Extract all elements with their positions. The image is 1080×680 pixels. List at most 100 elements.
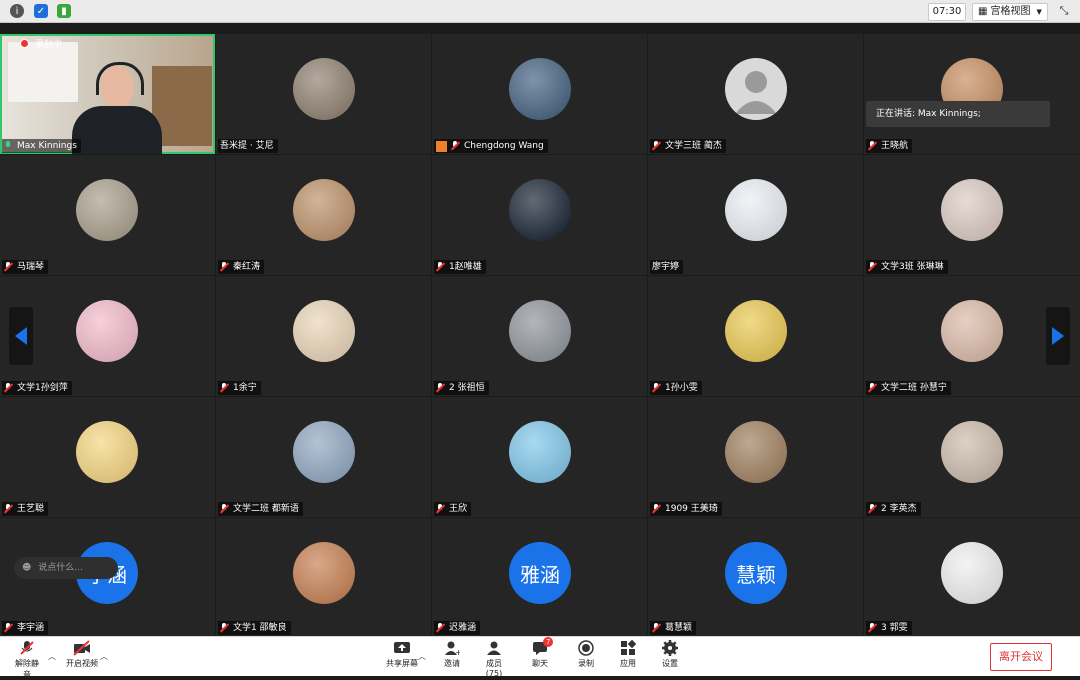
prev-page-button[interactable] bbox=[9, 307, 33, 365]
participant-tile[interactable]: 2 张祖恒 bbox=[432, 276, 647, 396]
participant-name-tag: 廖宇婷 bbox=[650, 260, 684, 274]
participant-avatar bbox=[725, 179, 787, 241]
meeting-timer: 07:30 bbox=[928, 3, 966, 21]
mic-muted-icon bbox=[220, 623, 229, 633]
video-label: 开启视频 bbox=[66, 659, 98, 668]
mic-muted-icon bbox=[868, 623, 877, 633]
start-video-button[interactable]: 开启视频 bbox=[66, 640, 98, 669]
mic-muted-icon bbox=[436, 504, 445, 514]
mic-muted-icon bbox=[652, 504, 661, 514]
participant-name-tag: 文学二班 都新语 bbox=[218, 502, 303, 516]
participant-name: 文学二班 都新语 bbox=[233, 504, 299, 514]
participant-name: 2 张祖恒 bbox=[449, 383, 485, 393]
participant-tile[interactable]: Chengdong Wang bbox=[432, 34, 647, 154]
participant-tile[interactable]: 录制中 Max Kinnings bbox=[0, 34, 215, 154]
participant-tile[interactable]: 3 郭雯 bbox=[864, 518, 1080, 636]
participant-name: 葛慧颖 bbox=[665, 623, 693, 633]
participant-name: 1赵唯雄 bbox=[449, 262, 482, 272]
unmute-label: 解除静音 bbox=[15, 659, 39, 679]
mic-muted-icon bbox=[4, 383, 13, 393]
top-toolbar: i ✓ ▮ 07:30 ▦ 宫格视图 ▼ ⤡ bbox=[0, 0, 1080, 23]
record-button[interactable]: 录制 bbox=[576, 640, 596, 669]
next-page-button[interactable] bbox=[1046, 307, 1070, 365]
view-mode-button[interactable]: ▦ 宫格视图 ▼ bbox=[972, 3, 1048, 21]
info-icon[interactable]: i bbox=[10, 4, 24, 18]
chat-input[interactable]: ☻ 说点什么... bbox=[14, 557, 118, 579]
mic-muted-icon bbox=[220, 383, 229, 393]
mic-muted-icon bbox=[4, 623, 13, 633]
participant-name: 王艺聪 bbox=[17, 504, 45, 514]
chevron-down-icon: ▼ bbox=[1036, 8, 1042, 16]
mic-muted-icon bbox=[868, 141, 877, 151]
apps-grid-icon bbox=[621, 640, 636, 655]
audio-options-caret-icon[interactable]: ︿ bbox=[48, 651, 56, 662]
mic-muted-icon bbox=[4, 262, 13, 272]
participant-tile[interactable]: 王欣 bbox=[432, 397, 647, 517]
participant-avatar bbox=[725, 421, 787, 483]
participant-name-tag: 1909 王美琦 bbox=[650, 502, 722, 516]
participant-tile[interactable]: 文学3班 张琳琳 bbox=[864, 155, 1080, 275]
participant-avatar bbox=[76, 179, 138, 241]
participant-tile[interactable]: 吾米提 · 艾尼 bbox=[216, 34, 431, 154]
apps-label: 应用 bbox=[620, 659, 636, 668]
participant-name: 1余宁 bbox=[233, 383, 257, 393]
participant-tile[interactable]: 慧颖 葛慧颖 bbox=[648, 518, 863, 636]
participant-name-tag: Max Kinnings bbox=[2, 139, 81, 153]
participant-name: Max Kinnings bbox=[17, 141, 77, 151]
participant-name-tag: 2 李英杰 bbox=[866, 502, 921, 516]
invite-label: 邀请 bbox=[444, 659, 460, 668]
participant-tile[interactable]: 文学三班 蔺杰 bbox=[648, 34, 863, 154]
participant-tile[interactable]: 2 李英杰 bbox=[864, 397, 1080, 517]
participant-name-tag: 1赵唯雄 bbox=[434, 260, 486, 274]
chat-button[interactable]: 7 聊天 bbox=[530, 637, 554, 669]
signal-icon[interactable]: ▮ bbox=[57, 4, 71, 18]
grid-view-icon: ▦ bbox=[978, 6, 988, 17]
participant-tile[interactable]: 秦红涛 bbox=[216, 155, 431, 275]
participant-name-tag: 文学二班 孙慧宁 bbox=[866, 381, 951, 395]
participant-name-tag: 秦红涛 bbox=[218, 260, 265, 274]
members-button[interactable]: 成员(75) bbox=[478, 640, 510, 678]
invite-button[interactable]: + 邀请 bbox=[442, 640, 462, 669]
meeting-controls: 解除静音 ︿ 开启视频 ︿ 共享屏幕 ︿ + 邀请 成员(75) 7 聊天 录制… bbox=[0, 636, 1080, 679]
participant-avatar: 雅涵 bbox=[509, 542, 571, 604]
mic-muted-icon bbox=[436, 623, 445, 633]
participant-name-tag: 文学三班 蔺杰 bbox=[650, 139, 726, 153]
mic-muted-icon bbox=[436, 262, 445, 272]
participant-tile[interactable]: 王艺聪 bbox=[0, 397, 215, 517]
fullscreen-icon[interactable]: ⤡ bbox=[1056, 3, 1072, 19]
participant-name-tag: 王晓航 bbox=[866, 139, 913, 153]
participant-name: 文学三班 蔺杰 bbox=[665, 141, 722, 151]
participant-tile[interactable]: 文学二班 都新语 bbox=[216, 397, 431, 517]
leave-meeting-button[interactable]: 离开会议 bbox=[990, 643, 1052, 671]
chat-label: 聊天 bbox=[532, 659, 548, 668]
participant-name: 1孙小雯 bbox=[665, 383, 698, 393]
apps-button[interactable]: 应用 bbox=[618, 640, 638, 669]
participant-tile[interactable]: 文学1 邵敏良 bbox=[216, 518, 431, 636]
participant-avatar bbox=[293, 58, 355, 120]
participant-tile[interactable]: 王晓航 bbox=[864, 34, 1080, 154]
participant-tile[interactable]: 1909 王美琦 bbox=[648, 397, 863, 517]
participant-tile[interactable]: 1赵唯雄 bbox=[432, 155, 647, 275]
participant-tile[interactable]: 1孙小雯 bbox=[648, 276, 863, 396]
video-options-caret-icon[interactable]: ︿ bbox=[100, 651, 108, 662]
shield-icon[interactable]: ✓ bbox=[34, 4, 48, 18]
participant-name: 文学二班 孙慧宁 bbox=[881, 383, 947, 393]
headset-icon bbox=[96, 62, 144, 95]
avatar-initials: 雅涵 bbox=[520, 562, 560, 587]
settings-button[interactable]: 设置 bbox=[660, 640, 680, 669]
participant-avatar bbox=[509, 58, 571, 120]
share-options-caret-icon[interactable]: ︿ bbox=[418, 651, 426, 662]
unmute-button[interactable]: 解除静音 bbox=[12, 640, 42, 680]
default-avatar-icon bbox=[725, 58, 787, 120]
participant-name-tag: 王欣 bbox=[434, 502, 472, 516]
participant-tile[interactable]: 雅涵 迟雅涵 bbox=[432, 518, 647, 636]
participant-tile[interactable]: 廖宇婷 bbox=[648, 155, 863, 275]
participant-name: 文学3班 张琳琳 bbox=[881, 262, 944, 272]
participant-tile[interactable]: 马瑞琴 bbox=[0, 155, 215, 275]
participant-name-tag: 马瑞琴 bbox=[2, 260, 49, 274]
participant-tile[interactable]: 1余宁 bbox=[216, 276, 431, 396]
share-screen-button[interactable]: 共享屏幕 bbox=[386, 640, 418, 669]
participant-name-tag: 1余宁 bbox=[218, 381, 261, 395]
participant-avatar bbox=[509, 421, 571, 483]
chat-unread-badge: 7 bbox=[543, 637, 554, 647]
